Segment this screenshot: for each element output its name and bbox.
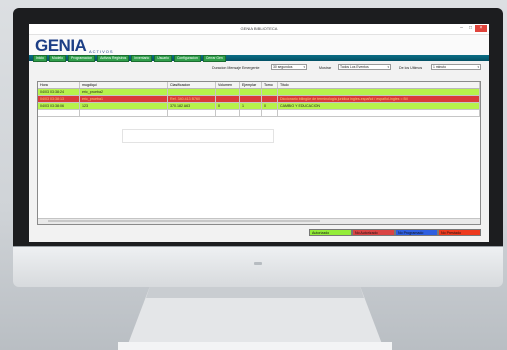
table-cell [278,89,480,95]
table-cell: Diccionario bilingüe de terminologia jur… [278,96,480,102]
table-cell: eric_prueba1 [80,96,168,102]
table-row[interactable]: 04/03 03:38:06 123 370.182 A63 0 1 0 CAM… [38,103,480,110]
table-cell: 370.182 A63 [168,103,216,109]
logo-subtitle: ACTIVOS [89,49,114,54]
monitor-logo [254,262,262,265]
column-header[interactable]: Clasificacion [168,82,216,88]
table-cell: 04/03 03:38:24 [38,89,80,95]
table-cell [216,96,240,102]
maximize-icon[interactable]: □ [466,25,475,32]
menu-item-cerrar[interactable]: Cerrar Gen [202,54,226,62]
window-title: GENIA BIBLIOTECA [240,26,278,31]
menu-item-inventario[interactable]: Inventario [131,54,153,62]
column-header[interactable]: Tomo [262,82,278,88]
menu-item-activos-registros[interactable]: Activos Registros [97,54,130,62]
scrollbar-thumb[interactable] [48,220,320,222]
main-menu: Inicio Modelo Programacion Activos Regis… [29,54,489,62]
table-cell [240,96,262,102]
table-cell: eric_prueba2 [80,89,168,95]
duration-label: Duracion Mensaje Emergente [212,66,260,70]
period-select[interactable]: 1 minuto ▾ [431,64,481,70]
table-row[interactable]: 04/03 03:38:24 eric_prueba2 [38,89,480,96]
column-header[interactable]: Ejemplar [240,82,262,88]
column-header[interactable]: Hora [38,82,80,88]
app-logo: GENIA ACTIVOS [29,35,489,55]
table-row[interactable]: 04/03 03:38:13 eric_prueba1 Ref. 340.413… [38,96,480,103]
legend-not-programmed: No Programado [395,229,438,236]
logo-text: GENIA [35,36,87,55]
table-cell: 04/03 03:38:13 [38,96,80,102]
close-icon[interactable]: × [475,25,487,32]
period-label: De los Ultimos [399,66,423,70]
table-cell [262,96,278,102]
table-cell: 1 [240,103,262,109]
table-cell: Ref. 340.413 B760 [168,96,216,102]
table-cell [216,89,240,95]
legend-authorized: Autorizado [309,229,352,236]
app-window: GENIA BIBLIOTECA – □ × GENIA ACTIVOS Ini… [29,24,489,242]
monitor-stand-shadow [146,286,364,298]
period-value: 1 minuto [433,65,447,69]
table-cell: 123 [80,103,168,109]
show-select[interactable]: Todos Los Eventos ▾ [338,64,391,70]
duration-select[interactable]: 30 segundos ▾ [271,64,307,70]
table-cell: 0 [262,103,278,109]
minimize-icon[interactable]: – [457,25,466,32]
status-legend: Autorizado No Autorizado No Programado N… [309,229,481,236]
column-header[interactable]: Titulo [278,82,480,88]
window-controls: – □ × [457,25,487,32]
column-header[interactable]: Volumen [216,82,240,88]
filter-bar: Duracion Mensaje Emergente 30 segundos ▾… [29,64,489,72]
events-table: Hora mugdiqui Clasificacion Volumen Ejem… [37,81,481,225]
table-cell: 0 [216,103,240,109]
show-value: Todos Los Eventos [340,65,369,69]
menu-item-usuario[interactable]: Usuario [154,54,172,62]
table-cell [240,89,262,95]
menu-item-configuracion[interactable]: Configuracion [173,54,201,62]
show-label: Mostrar [319,66,332,70]
column-header[interactable]: mugdiqui [80,82,168,88]
table-cell [168,89,216,95]
legend-not-lent: No Prestado [438,229,481,236]
horizontal-scrollbar[interactable] [38,218,480,224]
table-cell: CAMBIO Y EDUCACION [278,103,480,109]
table-header: Hora mugdiqui Clasificacion Volumen Ejem… [38,82,480,89]
monitor-chin [13,246,503,287]
table-row-empty[interactable] [38,110,480,117]
duration-value: 30 segundos [273,65,293,69]
table-cell [262,89,278,95]
chevron-down-icon: ▾ [303,65,305,69]
blank-overlay [122,129,274,143]
monitor-base [118,342,392,350]
legend-not-authorized: No Autorizado [352,229,395,236]
chevron-down-icon: ▾ [477,65,479,69]
chevron-down-icon: ▾ [387,65,389,69]
table-cell: 04/03 03:38:06 [38,103,80,109]
window-titlebar: GENIA BIBLIOTECA – □ × [29,24,489,35]
